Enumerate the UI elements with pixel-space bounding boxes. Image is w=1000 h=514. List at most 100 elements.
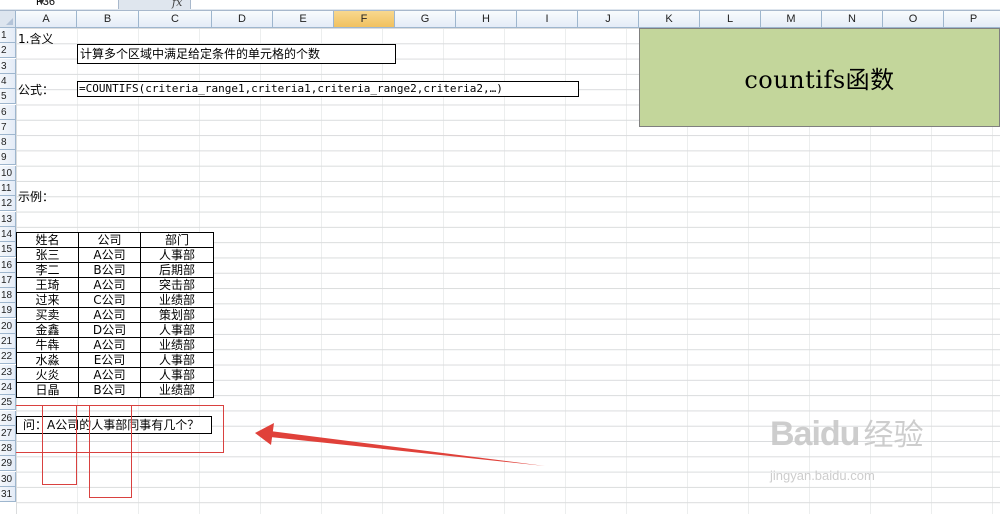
formula-bar: F36 ▼ fx <box>0 0 1000 11</box>
row-header-4[interactable]: 4 <box>0 73 16 89</box>
table-cell[interactable]: E公司 <box>78 352 141 368</box>
table-cell[interactable]: 张三 <box>16 247 79 263</box>
row-header-24[interactable]: 24 <box>0 379 16 395</box>
table-cell[interactable]: 业绩部 <box>140 382 214 398</box>
row-header-18[interactable]: 18 <box>0 288 16 304</box>
column-header-k[interactable]: K <box>639 11 700 28</box>
column-header-i[interactable]: I <box>517 11 578 28</box>
table-cell[interactable]: 突击部 <box>140 277 214 293</box>
formula-syntax-cell[interactable]: =COUNTIFS(criteria_range1,criteria1,crit… <box>77 81 579 97</box>
table-cell[interactable]: 金鑫 <box>16 322 79 338</box>
table-row: 李二 B公司 后期部 <box>16 262 214 278</box>
table-cell[interactable]: A公司 <box>78 307 141 323</box>
column-header-c[interactable]: C <box>139 11 212 28</box>
column-header-m[interactable]: M <box>761 11 822 28</box>
row-header-28[interactable]: 28 <box>0 441 16 457</box>
row-header-8[interactable]: 8 <box>0 135 16 151</box>
row-header-15[interactable]: 15 <box>0 242 16 258</box>
column-header-a[interactable]: A <box>16 11 77 28</box>
column-header-e[interactable]: E <box>273 11 334 28</box>
table-cell[interactable]: D公司 <box>78 322 141 338</box>
row-header-27[interactable]: 27 <box>0 425 16 441</box>
table-cell[interactable]: 李二 <box>16 262 79 278</box>
column-header-p[interactable]: P <box>944 11 1000 28</box>
formula-input[interactable] <box>190 0 1000 9</box>
row-header-12[interactable]: 12 <box>0 196 16 212</box>
table-cell[interactable]: 人事部 <box>140 322 214 338</box>
table-cell[interactable]: 后期部 <box>140 262 214 278</box>
row-header-1[interactable]: 1 <box>0 28 16 43</box>
table-cell[interactable]: 过来 <box>16 292 79 308</box>
table-cell[interactable]: A公司 <box>78 367 141 383</box>
annotation-box-department <box>89 405 132 498</box>
chevron-down-icon[interactable]: ▼ <box>36 0 47 8</box>
title-box[interactable]: countifs函数 <box>639 28 1000 127</box>
column-header-b[interactable]: B <box>77 11 139 28</box>
table-cell[interactable]: 策划部 <box>140 307 214 323</box>
row-header-7[interactable]: 7 <box>0 119 16 135</box>
row-headers: 1 2 3 4 5 6 7 8 9 10 11 12 13 14 15 16 17 18 19 20 21 22 23 24 2… <box>0 28 16 514</box>
formula-syntax-text: =COUNTIFS(criteria_range1,criteria1,crit… <box>79 82 503 95</box>
table-cell[interactable]: B公司 <box>78 382 141 398</box>
column-header-o[interactable]: O <box>883 11 944 28</box>
formula-label[interactable]: 公式： <box>18 81 54 98</box>
table-header-cell[interactable]: 公司 <box>78 232 141 248</box>
column-header-f[interactable]: F <box>334 11 395 28</box>
column-header-l[interactable]: L <box>700 11 761 28</box>
column-header-n[interactable]: N <box>822 11 883 28</box>
row-header-31[interactable]: 31 <box>0 487 16 502</box>
row-header-2[interactable]: 2 <box>0 43 16 59</box>
table-cell[interactable]: 人事部 <box>140 367 214 383</box>
row-header-11[interactable]: 11 <box>0 181 16 196</box>
fx-icon[interactable]: fx <box>172 0 182 9</box>
definition-cell[interactable]: 计算多个区域中满足给定条件的单元格的个数 <box>77 44 396 64</box>
column-header-h[interactable]: H <box>456 11 517 28</box>
table-cell[interactable]: 业绩部 <box>140 292 214 308</box>
row-header-29[interactable]: 29 <box>0 456 16 472</box>
table-cell[interactable]: B公司 <box>78 262 141 278</box>
row-header-13[interactable]: 13 <box>0 211 16 227</box>
column-header-d[interactable]: D <box>212 11 273 28</box>
row-header-25[interactable]: 25 <box>0 395 16 411</box>
table-cell[interactable]: A公司 <box>78 337 141 353</box>
row-header-19[interactable]: 19 <box>0 303 16 319</box>
column-header-j[interactable]: J <box>578 11 639 28</box>
row-header-20[interactable]: 20 <box>0 318 16 334</box>
table-row: 王琦 A公司 突击部 <box>16 277 214 293</box>
annotation-box-company <box>42 405 77 485</box>
row-header-26[interactable]: 26 <box>0 410 16 426</box>
table-cell[interactable]: 牛犇 <box>16 337 79 353</box>
row-header-3[interactable]: 3 <box>0 58 16 74</box>
column-header-g[interactable]: G <box>395 11 456 28</box>
table-cell[interactable]: A公司 <box>78 277 141 293</box>
row-header-30[interactable]: 30 <box>0 471 16 487</box>
table-header-cell[interactable]: 姓名 <box>16 232 79 248</box>
table-cell[interactable]: A公司 <box>78 247 141 263</box>
select-all-corner[interactable] <box>0 11 16 28</box>
table-cell[interactable]: C公司 <box>78 292 141 308</box>
table-cell[interactable]: 火炎 <box>16 367 79 383</box>
table-cell[interactable]: 买卖 <box>16 307 79 323</box>
name-box[interactable]: F36 ▼ <box>0 0 119 9</box>
row-header-6[interactable]: 6 <box>0 104 16 120</box>
table-cell[interactable]: 人事部 <box>140 352 214 368</box>
row-header-14[interactable]: 14 <box>0 226 16 242</box>
table-cell[interactable]: 水淼 <box>16 352 79 368</box>
cell-heading[interactable]: 1.含义 <box>18 30 53 47</box>
table-row: 金鑫 D公司 人事部 <box>16 322 214 338</box>
row-header-9[interactable]: 9 <box>0 150 16 166</box>
row-header-17[interactable]: 17 <box>0 272 16 288</box>
table-header-cell[interactable]: 部门 <box>140 232 214 248</box>
baidu-watermark: Baidu 经验 jingyan.baidu.com <box>770 410 923 483</box>
row-header-5[interactable]: 5 <box>0 89 16 105</box>
row-header-10[interactable]: 10 <box>0 165 16 181</box>
example-label[interactable]: 示例： <box>18 188 54 205</box>
table-cell[interactable]: 业绩部 <box>140 337 214 353</box>
table-cell[interactable]: 人事部 <box>140 247 214 263</box>
row-header-21[interactable]: 21 <box>0 334 16 349</box>
table-cell[interactable]: 日晶 <box>16 382 79 398</box>
table-cell[interactable]: 王琦 <box>16 277 79 293</box>
row-header-16[interactable]: 16 <box>0 257 16 273</box>
row-header-23[interactable]: 23 <box>0 364 16 380</box>
row-header-22[interactable]: 22 <box>0 349 16 365</box>
